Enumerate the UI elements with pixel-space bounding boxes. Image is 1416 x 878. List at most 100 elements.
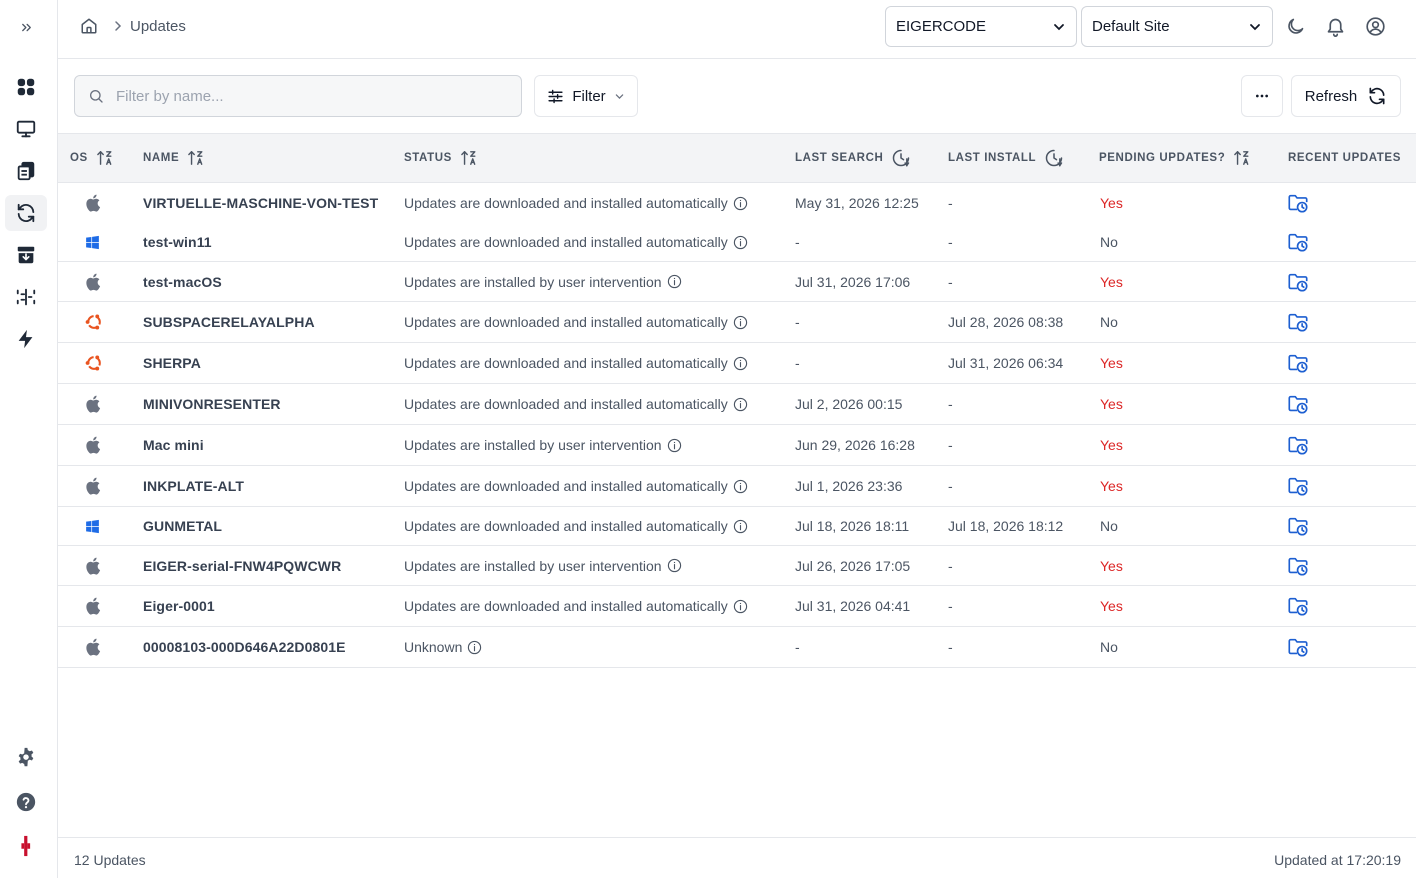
info-icon[interactable] <box>733 599 748 614</box>
recent-updates-button[interactable] <box>1287 343 1309 383</box>
folder-clock-icon[interactable] <box>1287 595 1309 617</box>
info-icon[interactable] <box>733 196 748 211</box>
sidebar-item-scan[interactable] <box>5 279 47 315</box>
table-row[interactable]: 00008103-000D646A22D0801E Unknown - - No <box>58 627 1416 668</box>
info-icon[interactable] <box>733 235 748 250</box>
chevron-right-icon <box>115 21 122 31</box>
device-name[interactable]: INKPLATE-ALT <box>143 466 244 506</box>
device-name[interactable]: VIRTUELLE-MASCHINE-VON-TEST <box>143 183 378 223</box>
recent-updates-button[interactable] <box>1287 466 1309 506</box>
recent-updates-button[interactable] <box>1287 223 1309 261</box>
filter-button[interactable]: Filter <box>534 75 638 117</box>
info-icon[interactable] <box>733 315 748 330</box>
device-name[interactable]: Eiger-0001 <box>143 586 215 626</box>
pending-updates-cell: Yes <box>1100 557 1123 574</box>
refresh-button-label: Refresh <box>1304 87 1358 105</box>
column-header-status[interactable]: STATUS <box>404 134 478 182</box>
recent-updates-button[interactable] <box>1287 302 1309 342</box>
table-row[interactable]: test-win11 Updates are downloaded and ins… <box>58 223 1416 262</box>
device-name[interactable]: EIGER-serial-FNW4PQWCWR <box>143 546 341 585</box>
sidebar-item-dashboard[interactable] <box>5 69 47 105</box>
table-row[interactable]: Mac mini Updates are installed by user in… <box>58 425 1416 466</box>
folder-clock-icon[interactable] <box>1287 311 1309 333</box>
device-name[interactable]: SHERPA <box>143 343 201 383</box>
sidebar-item-archive[interactable] <box>5 237 47 273</box>
info-icon[interactable] <box>733 519 748 534</box>
folder-clock-icon[interactable] <box>1287 231 1309 253</box>
column-header-last-install[interactable]: LAST INSTALL <box>948 134 1064 182</box>
expand-sidebar-button[interactable] <box>5 9 47 45</box>
table-row[interactable]: MINIVONRESENTER Updates are downloaded an… <box>58 384 1416 425</box>
table-row[interactable]: SHERPA Updates are downloaded and install… <box>58 343 1416 384</box>
device-name[interactable]: GUNMETAL <box>143 507 222 545</box>
info-icon[interactable] <box>733 356 748 371</box>
recent-updates-button[interactable] <box>1287 183 1309 223</box>
folder-clock-icon[interactable] <box>1287 636 1309 658</box>
folder-clock-icon[interactable] <box>1287 192 1309 214</box>
sidebar-item-settings[interactable] <box>5 740 47 776</box>
clock-sort-icon <box>893 149 910 167</box>
table-row[interactable]: EIGER-serial-FNW4PQWCWR Updates are insta… <box>58 546 1416 586</box>
info-icon[interactable] <box>667 438 682 453</box>
last-search-cell: - <box>795 234 800 250</box>
column-header-last-search[interactable]: LAST SEARCH <box>795 134 911 182</box>
recent-updates-button[interactable] <box>1287 586 1309 626</box>
sort-icon <box>97 151 112 165</box>
recent-updates-button[interactable] <box>1287 262 1309 301</box>
sidebar-item-documents[interactable] <box>5 153 47 189</box>
info-icon[interactable] <box>467 640 482 655</box>
filter-button-label: Filter <box>572 87 606 105</box>
clock-sort-icon <box>1045 149 1063 167</box>
sidebar-item-updates[interactable] <box>5 195 47 231</box>
moon-icon[interactable] <box>1285 16 1306 37</box>
breadcrumb-current: Updates <box>130 18 186 35</box>
recent-updates-button[interactable] <box>1287 507 1309 545</box>
device-name[interactable]: MINIVONRESENTER <box>143 384 281 424</box>
recent-updates-button[interactable] <box>1287 425 1309 465</box>
recent-updates-button[interactable] <box>1287 546 1309 585</box>
folder-clock-icon[interactable] <box>1287 475 1309 497</box>
home-icon[interactable] <box>80 17 98 35</box>
device-name[interactable]: 00008103-000D646A22D0801E <box>143 627 346 667</box>
column-header-os[interactable]: OS <box>70 134 114 182</box>
folder-clock-icon[interactable] <box>1287 352 1309 374</box>
table-row[interactable]: Eiger-0001 Updates are downloaded and ins… <box>58 586 1416 627</box>
device-name[interactable]: Mac mini <box>143 425 204 465</box>
last-search-cell: Jul 2, 2026 00:15 <box>795 396 903 412</box>
info-icon[interactable] <box>733 479 748 494</box>
user-account-icon[interactable] <box>1365 16 1386 37</box>
info-icon[interactable] <box>733 397 748 412</box>
recent-updates-button[interactable] <box>1287 627 1309 667</box>
folder-clock-icon[interactable] <box>1287 271 1309 293</box>
device-name[interactable]: test-macOS <box>143 262 222 301</box>
os-cell <box>84 183 104 223</box>
recent-updates-button[interactable] <box>1287 384 1309 424</box>
sidebar-item-devices[interactable] <box>5 111 47 147</box>
table-row[interactable]: test-macOS Updates are installed by user … <box>58 262 1416 302</box>
organization-select[interactable]: EIGERCODE <box>885 6 1077 47</box>
archive-icon <box>17 246 35 264</box>
device-name[interactable]: test-win11 <box>143 223 212 261</box>
table-row[interactable]: VIRTUELLE-MASCHINE-VON-TEST Updates are d… <box>58 183 1416 224</box>
column-header-name[interactable]: NAME <box>143 134 205 182</box>
table-row[interactable]: GUNMETAL Updates are downloaded and insta… <box>58 507 1416 546</box>
folder-clock-icon[interactable] <box>1287 515 1309 537</box>
table-row[interactable]: INKPLATE-ALT Updates are downloaded and i… <box>58 466 1416 507</box>
info-icon[interactable] <box>667 558 682 573</box>
folder-clock-icon[interactable] <box>1287 555 1309 577</box>
table-row[interactable]: SUBSPACERELAYALPHA Updates are downloaded… <box>58 302 1416 343</box>
device-name[interactable]: SUBSPACERELAYALPHA <box>143 302 315 342</box>
folder-clock-icon[interactable] <box>1287 393 1309 415</box>
sidebar-item-help[interactable] <box>5 784 47 820</box>
info-icon[interactable] <box>667 274 682 289</box>
more-options-button[interactable] <box>1241 75 1283 117</box>
bell-icon[interactable] <box>1325 16 1346 37</box>
sidebar-item-automation[interactable] <box>5 321 47 357</box>
folder-clock-icon[interactable] <box>1287 434 1309 456</box>
refresh-button[interactable]: Refresh <box>1291 75 1401 117</box>
column-header-pending-updates[interactable]: PENDING UPDATES? <box>1099 134 1251 182</box>
row-count: 12 Updates <box>74 852 146 868</box>
search-input[interactable] <box>116 87 496 105</box>
site-select[interactable]: Default Site <box>1081 6 1273 47</box>
windows-icon <box>86 519 99 533</box>
